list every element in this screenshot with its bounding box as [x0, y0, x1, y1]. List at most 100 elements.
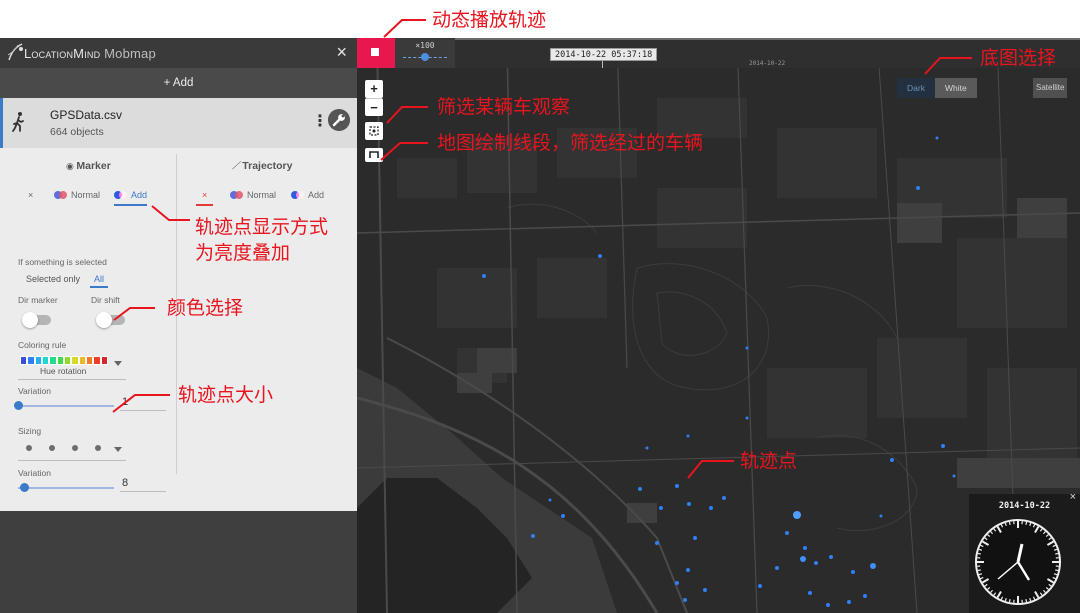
hue-swatch[interactable] [71, 356, 79, 365]
marker-mode-row: × Normal Add [24, 188, 164, 206]
speed-slider-knob[interactable] [421, 53, 429, 61]
size-dot[interactable] [72, 445, 78, 451]
draw-segment-button[interactable] [365, 148, 383, 162]
gate-icon [369, 151, 379, 158]
marker-mode-none[interactable]: × [28, 188, 33, 206]
hue-swatch[interactable] [41, 356, 50, 365]
clock-tick [1055, 552, 1059, 555]
hue-swatch[interactable] [27, 356, 35, 365]
sizing-dropdown-icon[interactable] [114, 447, 122, 452]
trajectory-tab[interactable]: ⟋ Trajectory [232, 160, 292, 173]
annotation-point-display-1: 轨迹点显示方式 [195, 216, 329, 238]
blend-add-icon [291, 191, 304, 199]
marker-mode-add[interactable]: Add [114, 188, 148, 206]
size-dot[interactable] [49, 445, 55, 451]
coloring-rule-value: Hue rotation [40, 366, 87, 376]
zoom-out-button[interactable]: − [365, 98, 383, 116]
hue-swatch[interactable] [63, 356, 72, 365]
size-variation-input[interactable]: 8 [120, 477, 166, 492]
size-variation-knob[interactable] [20, 483, 29, 492]
color-variation-knob[interactable] [14, 401, 23, 410]
blend-normal-icon [230, 191, 243, 199]
track-point [709, 506, 713, 510]
track-point [808, 591, 812, 595]
hue-swatch[interactable] [34, 356, 42, 365]
speed-slider[interactable] [403, 53, 447, 61]
track-point [531, 534, 535, 538]
select-vehicle-button[interactable] [365, 122, 383, 140]
size-dot[interactable] [26, 445, 32, 451]
dir-shift-toggle[interactable] [96, 312, 125, 328]
hue-swatch[interactable] [100, 356, 108, 365]
track-point [745, 346, 749, 350]
trajectory-mode-none[interactable]: × [196, 188, 214, 206]
app-title-sub: Mobmap [104, 46, 156, 61]
size-variation-label: Variation [18, 468, 51, 478]
track-point [863, 594, 867, 598]
trajectory-mode-normal[interactable]: Normal [230, 188, 276, 206]
marker-mode-add-label: Add [131, 190, 148, 200]
app-title: LocationMind Mobmap [24, 46, 156, 61]
coloring-underline [18, 379, 126, 380]
speed-label: ×100 [415, 41, 435, 50]
size-dot[interactable] [95, 445, 101, 451]
trajectory-mode-add-label: Add [308, 190, 325, 200]
track-point [638, 487, 642, 491]
close-panel-icon[interactable]: × [336, 43, 347, 61]
track-point [935, 136, 939, 140]
app-logo-icon [7, 43, 23, 61]
track-point [561, 514, 565, 518]
size-variation-slider[interactable] [18, 483, 114, 492]
track-point [870, 563, 876, 569]
target-icon [369, 126, 379, 136]
map-view[interactable]: ×100 2014-10-22 05:37:18 2014-10-22 + − … [357, 38, 1080, 613]
track-point [683, 598, 687, 602]
hue-swatch[interactable] [56, 356, 64, 365]
basemap-dark-button[interactable]: Dark [897, 78, 935, 98]
basemap-white-button[interactable]: White [934, 78, 977, 98]
trajectory-mode-normal-label: Normal [247, 190, 277, 200]
track-point [775, 566, 779, 570]
hue-swatch[interactable] [20, 356, 28, 365]
hue-swatch[interactable] [85, 356, 94, 365]
annotation-playback: 动态播放轨迹 [432, 9, 547, 31]
basemap-satellite-button[interactable]: Satellite [1033, 78, 1068, 98]
hue-swatch[interactable] [78, 356, 86, 365]
dir-marker-label: Dir marker [18, 295, 58, 305]
color-variation-slider[interactable] [14, 401, 114, 410]
hue-swatch[interactable] [49, 356, 57, 365]
add-layer-button[interactable]: + Add [0, 68, 357, 98]
layer-menu-icon[interactable]: ⋮ [312, 111, 328, 131]
wrench-icon[interactable] [328, 109, 350, 131]
track-point [826, 603, 830, 607]
track-point [847, 600, 851, 604]
track-point [879, 514, 883, 518]
marker-tab[interactable]: ◉ Marker [66, 160, 111, 172]
playback-speed[interactable]: ×100 [395, 38, 455, 68]
annotation-point-size: 轨迹点大小 [178, 384, 274, 406]
track-point [686, 568, 690, 572]
track-point [890, 458, 894, 462]
hue-ramp[interactable] [20, 356, 108, 365]
blend-normal-icon [54, 191, 67, 199]
layer-card[interactable]: GPSData.csv 664 objects ⋮ [0, 98, 357, 148]
hue-swatch[interactable] [93, 356, 101, 365]
sizing-label: Sizing [18, 426, 42, 436]
selected-only-option[interactable]: Selected only [26, 274, 80, 284]
stop-button[interactable] [357, 38, 395, 68]
color-variation-input[interactable]: 1 [120, 396, 166, 411]
zoom-in-button[interactable]: + [365, 80, 383, 98]
leader-playback [383, 19, 426, 38]
track-point [686, 434, 690, 438]
clock-tick [1025, 599, 1028, 603]
marker-mode-normal[interactable]: Normal [54, 188, 100, 206]
track-point [785, 531, 789, 535]
all-option[interactable]: All [90, 274, 109, 288]
track-point [851, 570, 855, 574]
trajectory-tab-icon: ⟋ [232, 160, 243, 172]
clock-tick [1025, 521, 1028, 525]
dir-marker-toggle[interactable] [22, 312, 51, 328]
coloring-dropdown-icon[interactable] [114, 361, 122, 366]
trajectory-mode-add[interactable]: Add [291, 188, 324, 206]
track-point [829, 555, 833, 559]
